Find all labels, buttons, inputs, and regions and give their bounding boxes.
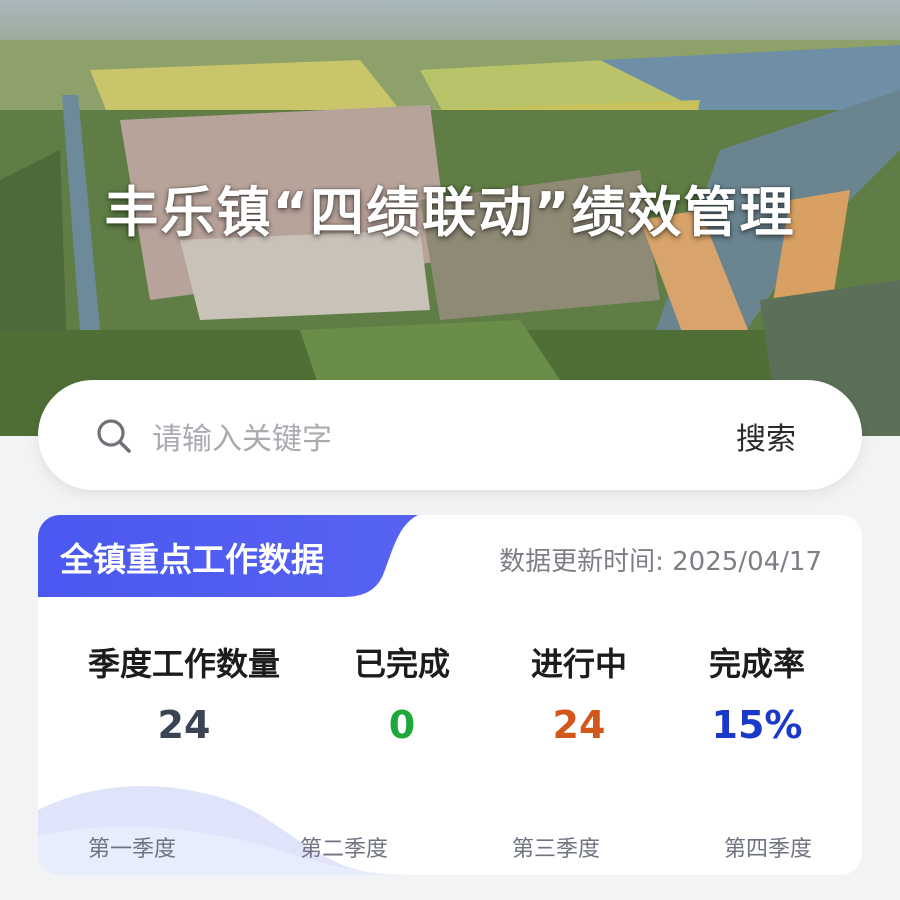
stat-value-in-progress: 24 — [552, 703, 606, 747]
update-time: 数据更新时间: 2025/04/17 — [499, 547, 822, 577]
stat-label-in-progress: 进行中 — [530, 645, 628, 683]
update-date: 2025/04/17 — [672, 547, 822, 577]
quarter-tab-2[interactable]: 第二季度 — [300, 831, 388, 863]
hero-banner: 丰乐镇“四绩联动”绩效管理 — [0, 0, 900, 436]
search-button[interactable]: 搜索 — [736, 414, 796, 458]
search-icon[interactable] — [94, 416, 134, 456]
quarter-tab-4[interactable]: 第四季度 — [724, 831, 812, 863]
stat-value-quarterly-count: 24 — [157, 703, 211, 747]
work-data-card: 全镇重点工作数据 数据更新时间: 2025/04/17 季度工作数量 已完成 进… — [38, 515, 862, 875]
stat-value-completed: 0 — [388, 703, 416, 747]
stat-value-completion-rate: 15% — [711, 703, 803, 747]
card-tag-label: 全镇重点工作数据 — [60, 540, 324, 579]
quarter-tab-3[interactable]: 第三季度 — [512, 831, 600, 863]
card-tag: 全镇重点工作数据 — [38, 515, 428, 597]
stat-label-completion-rate: 完成率 — [708, 645, 806, 683]
page-title: 丰乐镇“四绩联动”绩效管理 — [104, 181, 796, 244]
search-input[interactable]: 请输入关键字 — [152, 414, 332, 458]
stat-label-completed: 已完成 — [353, 645, 451, 683]
quarter-tab-1[interactable]: 第一季度 — [88, 831, 176, 863]
stat-label-quarterly-count: 季度工作数量 — [87, 645, 281, 683]
